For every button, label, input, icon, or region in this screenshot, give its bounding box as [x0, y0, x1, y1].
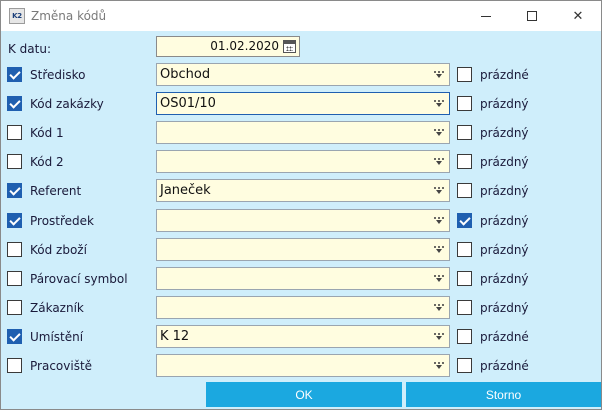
dropdown-icon[interactable]: [433, 99, 445, 108]
row-enable-checkbox[interactable]: [7, 96, 22, 111]
row-enable-checkbox[interactable]: [7, 358, 22, 373]
code-row: Párovací symbol prázdný: [1, 264, 601, 293]
window-title: Změna kódů: [31, 9, 107, 23]
row-value-combobox[interactable]: Obchod: [156, 63, 450, 86]
cancel-button[interactable]: Storno: [406, 382, 601, 407]
code-row: Zákazník prázdný: [1, 293, 601, 322]
row-label: Zákazník: [30, 301, 84, 315]
row-label: Párovací symbol: [30, 272, 128, 286]
dropdown-icon[interactable]: [433, 303, 445, 312]
dropdown-icon[interactable]: [433, 361, 445, 370]
row-label: Umístění: [30, 330, 84, 344]
row-label: Referent: [30, 184, 82, 198]
code-row: Kód 2 prázdný: [1, 147, 601, 176]
row-value-combobox[interactable]: OS01/10: [156, 92, 450, 115]
date-label: K datu:: [8, 42, 52, 56]
row-value-combobox[interactable]: [156, 121, 450, 144]
row-empty-label: prázdný: [480, 301, 529, 315]
row-label: Kód zboží: [30, 243, 87, 257]
row-empty-label: prázdný: [480, 243, 529, 257]
row-label: Pracoviště: [30, 359, 93, 373]
code-row: Kód zboží prázdný: [1, 235, 601, 264]
change-codes-dialog: K2 Změna kódů ✕ K datu: 01.02.2020 Střed…: [0, 0, 602, 410]
close-button[interactable]: ✕: [555, 1, 601, 31]
app-logo-icon: K2: [9, 8, 25, 24]
row-enable-checkbox[interactable]: [7, 242, 22, 257]
row-label: Kód 2: [30, 155, 64, 169]
row-label: Kód zakázky: [30, 97, 104, 111]
row-value: K 12: [160, 329, 190, 344]
row-empty-checkbox[interactable]: [457, 358, 472, 373]
minimize-button[interactable]: [463, 1, 509, 31]
row-empty-label: prázdné: [480, 359, 529, 373]
date-input[interactable]: 01.02.2020: [156, 36, 300, 57]
code-row: Středisko Obchod prázdné: [1, 60, 601, 89]
row-empty-label: prázdné: [480, 68, 529, 82]
code-row: Referent Janeček prázdný: [1, 176, 601, 205]
row-enable-checkbox[interactable]: [7, 329, 22, 344]
row-empty-label: prázdný: [480, 155, 529, 169]
code-row: Pracoviště prázdné: [1, 351, 601, 380]
maximize-icon: [527, 11, 537, 21]
row-empty-label: prázdný: [480, 126, 529, 140]
row-enable-checkbox[interactable]: [7, 271, 22, 286]
row-empty-checkbox[interactable]: [457, 125, 472, 140]
row-empty-label: prázdný: [480, 272, 529, 286]
row-value: OS01/10: [160, 96, 216, 111]
row-enable-checkbox[interactable]: [7, 67, 22, 82]
dialog-content: K datu: 01.02.2020 Středisko Obchod prázdn…: [1, 31, 601, 409]
row-enable-checkbox[interactable]: [7, 154, 22, 169]
row-value-combobox[interactable]: [156, 150, 450, 173]
row-value-combobox[interactable]: [156, 354, 450, 377]
row-value: Obchod: [160, 67, 211, 82]
row-empty-checkbox[interactable]: [457, 242, 472, 257]
row-empty-checkbox[interactable]: [457, 96, 472, 111]
row-empty-checkbox[interactable]: [457, 213, 472, 228]
row-enable-checkbox[interactable]: [7, 183, 22, 198]
row-value-combobox[interactable]: [156, 209, 450, 232]
row-empty-label: prázdný: [480, 214, 529, 228]
dropdown-icon[interactable]: [433, 274, 445, 283]
code-row: Umístění K 12 prázdné: [1, 322, 601, 351]
row-empty-checkbox[interactable]: [457, 329, 472, 344]
code-row: Kód 1 prázdný: [1, 118, 601, 147]
calendar-icon[interactable]: [283, 40, 296, 53]
close-icon: ✕: [572, 8, 584, 24]
dropdown-icon[interactable]: [433, 157, 445, 166]
row-empty-label: prázdný: [480, 184, 529, 198]
dropdown-icon[interactable]: [433, 70, 445, 79]
row-empty-checkbox[interactable]: [457, 183, 472, 198]
row-empty-label: prázdné: [480, 330, 529, 344]
dropdown-icon[interactable]: [433, 128, 445, 137]
row-label: Kód 1: [30, 126, 64, 140]
row-enable-checkbox[interactable]: [7, 213, 22, 228]
title-bar[interactable]: K2 Změna kódů ✕: [1, 1, 601, 31]
code-row: Prostředek prázdný: [1, 206, 601, 235]
row-empty-checkbox[interactable]: [457, 67, 472, 82]
row-enable-checkbox[interactable]: [7, 300, 22, 315]
row-empty-label: prázdný: [480, 97, 529, 111]
date-value: 01.02.2020: [210, 39, 279, 53]
row-empty-checkbox[interactable]: [457, 271, 472, 286]
row-label: Prostředek: [30, 214, 94, 228]
row-empty-checkbox[interactable]: [457, 300, 472, 315]
row-value-combobox[interactable]: Janeček: [156, 179, 450, 202]
row-value-combobox[interactable]: K 12: [156, 325, 450, 348]
row-empty-checkbox[interactable]: [457, 154, 472, 169]
dropdown-icon[interactable]: [433, 186, 445, 195]
maximize-button[interactable]: [509, 1, 555, 31]
dropdown-icon[interactable]: [433, 332, 445, 341]
code-row: Kód zakázky OS01/10 prázdný: [1, 89, 601, 118]
dropdown-icon[interactable]: [433, 216, 445, 225]
ok-button[interactable]: OK: [206, 382, 402, 407]
minimize-icon: [481, 15, 491, 17]
row-label: Středisko: [30, 68, 86, 82]
row-value-combobox[interactable]: [156, 267, 450, 290]
row-value-combobox[interactable]: [156, 238, 450, 261]
row-enable-checkbox[interactable]: [7, 125, 22, 140]
dropdown-icon[interactable]: [433, 245, 445, 254]
row-value: Janeček: [160, 183, 211, 198]
row-value-combobox[interactable]: [156, 296, 450, 319]
